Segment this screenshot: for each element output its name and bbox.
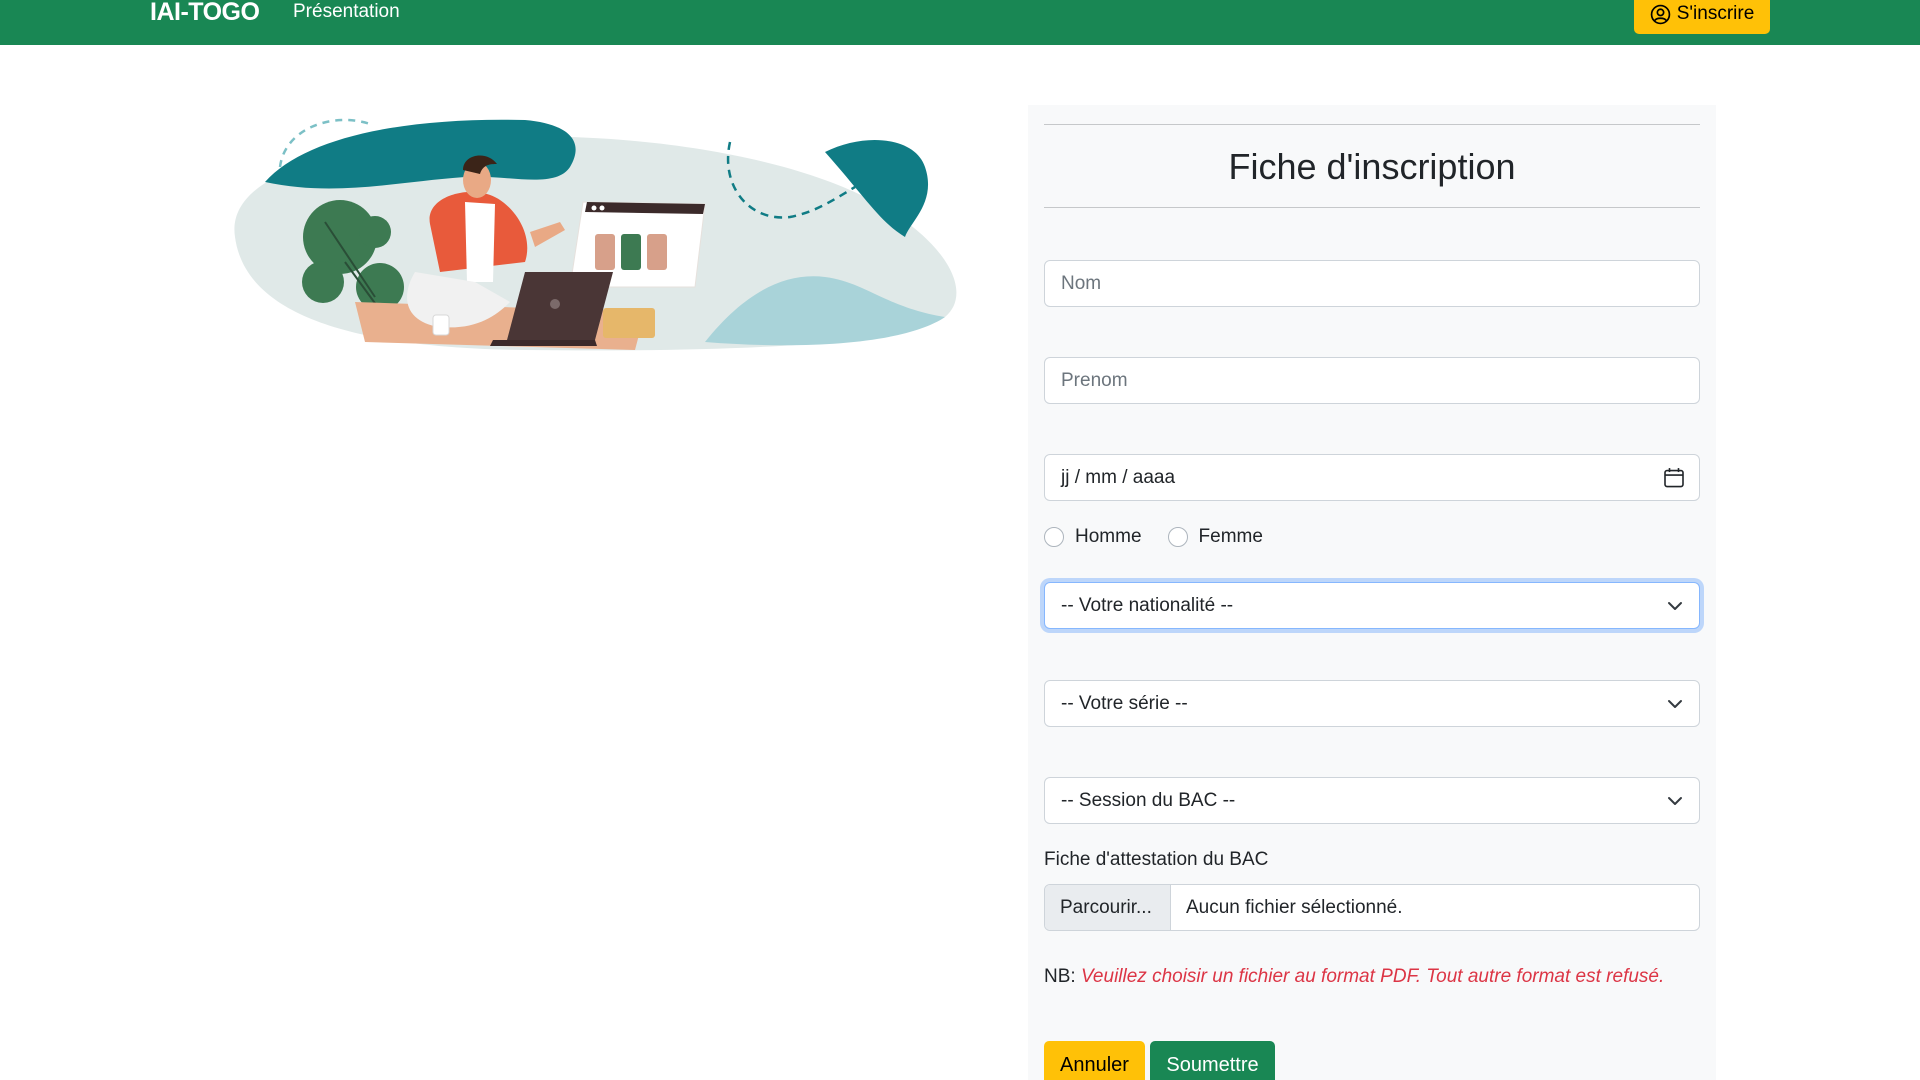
nationality-select-value: -- Votre nationalité -- (1061, 594, 1234, 616)
radio-femme-label[interactable]: Femme (1199, 526, 1263, 548)
note-warning: Veuillez choisir un fichier au format PD… (1080, 966, 1665, 987)
serie-select[interactable]: -- Votre série -- (1044, 680, 1700, 727)
title-divider-bottom (1044, 207, 1700, 208)
serie-select-value: -- Votre série -- (1061, 692, 1188, 714)
format-note: NB: Veuillez choisir un fichier au forma… (1044, 966, 1664, 988)
hero-illustration (234, 118, 957, 351)
radio-homme[interactable] (1044, 527, 1064, 547)
form-title: Fiche d'inscription (1228, 146, 1516, 187)
signup-button[interactable]: S'inscrire (1634, 0, 1770, 34)
radio-femme[interactable] (1167, 527, 1188, 547)
signup-label: S'inscrire (1676, 3, 1755, 24)
prenom-input[interactable]: Prenom (1044, 357, 1700, 404)
birthdate-placeholder: jj / mm / aaaa (1061, 466, 1176, 488)
note-prefix: NB: (1044, 966, 1076, 987)
file-label: Fiche d'attestation du BAC (1044, 849, 1269, 870)
chevron-down-icon (1668, 601, 1682, 610)
prenom-placeholder: Prenom (1061, 369, 1128, 391)
radio-homme-label[interactable]: Homme (1075, 526, 1142, 548)
navbar: IAI-TOGO Présentation S'inscrire (0, 0, 1920, 45)
birthdate-input[interactable]: jj / mm / aaaa (1044, 454, 1700, 501)
gender-radio-group: Homme Femme (1044, 524, 1289, 550)
nom-input[interactable]: Nom (1044, 260, 1700, 307)
nationality-select[interactable]: -- Votre nationalité -- (1044, 582, 1700, 629)
session-select[interactable]: -- Session du BAC -- (1044, 777, 1700, 824)
nav-link-presentation[interactable]: Présentation (293, 1, 400, 23)
calendar-icon[interactable] (1663, 466, 1685, 488)
file-input[interactable]: Parcourir... Aucun fichier sélectionné. (1044, 884, 1700, 931)
file-status: Aucun fichier sélectionné. (1186, 896, 1403, 918)
cancel-button[interactable]: Annuler (1044, 1041, 1145, 1080)
nom-placeholder: Nom (1061, 272, 1102, 294)
chevron-down-icon (1668, 699, 1682, 708)
title-divider-top (1044, 124, 1700, 125)
chevron-down-icon (1668, 796, 1682, 805)
session-select-value: -- Session du BAC -- (1061, 789, 1236, 811)
submit-button[interactable]: Soumettre (1150, 1041, 1275, 1080)
file-browse-button[interactable]: Parcourir... (1045, 885, 1171, 930)
user-circle-icon (1650, 4, 1670, 24)
brand-logo[interactable]: IAI-TOGO (150, 0, 260, 27)
